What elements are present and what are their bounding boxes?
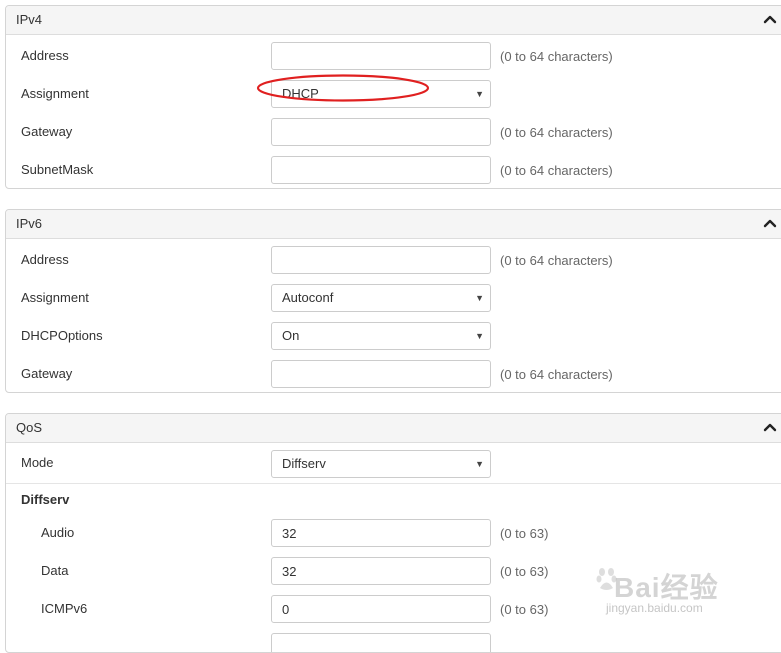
qos-audio-field[interactable] (271, 519, 491, 547)
ipv6-panel: IPv6 Address (0 to 64 characters) Assign… (5, 209, 781, 393)
ipv4-address-hint: (0 to 64 characters) (500, 49, 613, 64)
ipv6-assignment-value: Autoconf (282, 290, 334, 305)
ipv6-gateway-field[interactable] (271, 360, 491, 388)
qos-divider (6, 483, 781, 484)
chevron-up-icon[interactable] (762, 419, 778, 435)
caret-down-icon: ▼ (475, 459, 484, 469)
diffserv-heading: Diffserv (21, 492, 70, 507)
ipv6-address-hint: (0 to 64 characters) (500, 253, 613, 268)
caret-down-icon: ▼ (475, 331, 484, 341)
ipv4-address-row: Address (0 to 64 characters) (6, 42, 781, 80)
ipv6-gateway-hint: (0 to 64 characters) (500, 367, 613, 382)
ipv4-gateway-field[interactable] (271, 118, 491, 146)
ipv6-address-label: Address (21, 252, 69, 267)
chevron-up-icon[interactable] (762, 215, 778, 231)
qos-icmpv6-label: ICMPv6 (41, 601, 88, 616)
qos-audio-label: Audio (41, 525, 75, 540)
qos-mode-value: Diffserv (282, 456, 326, 471)
qos-next-field[interactable] (271, 633, 491, 652)
qos-panel-title: QoS (16, 420, 43, 435)
qos-audio-hint: (0 to 63) (500, 526, 549, 541)
ipv6-gateway-row: Gateway (0 to 64 characters) (6, 360, 781, 392)
qos-data-row: Data (0 to 63) (6, 557, 781, 595)
qos-next-row (6, 633, 781, 652)
ipv4-subnetmask-row: SubnetMask (0 to 64 characters) (6, 156, 781, 188)
qos-mode-select[interactable]: Diffserv ▼ (271, 450, 491, 478)
caret-down-icon: ▼ (475, 89, 484, 99)
ipv4-subnetmask-field[interactable] (271, 156, 491, 184)
qos-panel-header[interactable]: QoS (6, 414, 781, 443)
ipv6-address-row: Address (0 to 64 characters) (6, 246, 781, 284)
ipv6-dhcpoptions-label: DHCPOptions (21, 328, 103, 343)
ipv4-assignment-label: Assignment (21, 86, 89, 101)
ipv4-assignment-row: Assignment DHCP ▼ (6, 80, 781, 118)
caret-down-icon: ▼ (475, 293, 484, 303)
ipv4-gateway-row: Gateway (0 to 64 characters) (6, 118, 781, 156)
qos-icmpv6-field[interactable] (271, 595, 491, 623)
qos-icmpv6-row: ICMPv6 (0 to 63) (6, 595, 781, 633)
qos-icmpv6-hint: (0 to 63) (500, 602, 549, 617)
qos-audio-row: Audio (0 to 63) (6, 519, 781, 557)
ipv6-assignment-select[interactable]: Autoconf ▼ (271, 284, 491, 312)
ipv4-address-label: Address (21, 48, 69, 63)
ipv6-dhcpoptions-select[interactable]: On ▼ (271, 322, 491, 350)
ipv4-assignment-select[interactable]: DHCP ▼ (271, 80, 491, 108)
ipv6-gateway-label: Gateway (21, 366, 73, 381)
ipv6-dhcpoptions-value: On (282, 328, 300, 343)
ipv4-panel: IPv4 Address (0 to 64 characters) Assign… (5, 5, 781, 189)
ipv4-subnetmask-label: SubnetMask (21, 162, 94, 177)
ipv4-panel-title: IPv4 (16, 12, 43, 27)
qos-mode-label: Mode (21, 455, 54, 470)
qos-data-hint: (0 to 63) (500, 564, 549, 579)
ipv6-panel-header[interactable]: IPv6 (6, 210, 781, 239)
ipv4-assignment-value: DHCP (282, 86, 319, 101)
chevron-up-icon[interactable] (762, 11, 778, 27)
ipv6-panel-title: IPv6 (16, 216, 43, 231)
ipv4-gateway-label: Gateway (21, 124, 73, 139)
ipv4-panel-header[interactable]: IPv4 (6, 6, 781, 35)
ipv6-dhcpoptions-row: DHCPOptions On ▼ (6, 322, 781, 360)
qos-panel: QoS Mode Diffserv ▼ Diffserv Audio (0 to… (5, 413, 781, 653)
ipv6-assignment-row: Assignment Autoconf ▼ (6, 284, 781, 322)
ipv4-address-field[interactable] (271, 42, 491, 70)
ipv6-address-field[interactable] (271, 246, 491, 274)
ipv4-gateway-hint: (0 to 64 characters) (500, 125, 613, 140)
ipv4-subnetmask-hint: (0 to 64 characters) (500, 163, 613, 178)
qos-data-label: Data (41, 563, 69, 578)
qos-data-field[interactable] (271, 557, 491, 585)
ipv6-assignment-label: Assignment (21, 290, 89, 305)
